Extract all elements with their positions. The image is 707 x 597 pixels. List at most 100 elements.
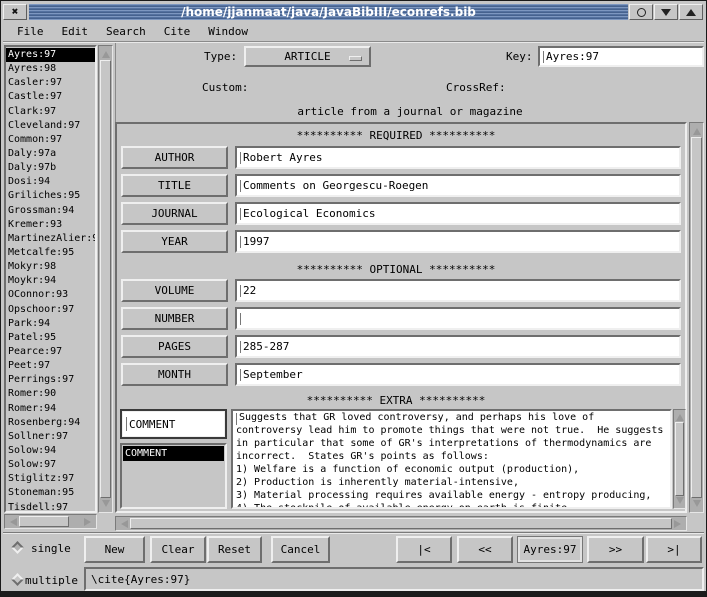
ref-list-item[interactable]: MartinezAlier:9 — [6, 232, 95, 246]
ref-list-item[interactable]: Cleveland:97 — [6, 119, 95, 133]
ref-list-item[interactable]: Solow:94 — [6, 444, 95, 458]
new-button[interactable]: New — [84, 536, 145, 563]
ref-list-item[interactable]: Perrings:97 — [6, 373, 95, 387]
nav-next-button[interactable]: >> — [587, 536, 644, 563]
iconify-button[interactable] — [629, 4, 653, 20]
ref-list-item[interactable]: Kremer:93 — [6, 218, 95, 232]
cancel-button[interactable]: Cancel — [271, 536, 330, 563]
ref-list-item[interactable]: Stoneman:95 — [6, 486, 95, 500]
field-label-year[interactable]: YEAR — [121, 230, 228, 253]
scroll-up-button[interactable] — [674, 410, 685, 421]
nav-first-button[interactable]: |< — [396, 536, 452, 563]
lower-button[interactable] — [654, 4, 678, 20]
scroll-up-button[interactable] — [99, 46, 112, 59]
menu-item-file[interactable]: File — [11, 23, 50, 40]
ref-list-item[interactable]: Solow:97 — [6, 458, 95, 472]
scrollbar-thumb[interactable] — [130, 518, 672, 529]
ref-list-item[interactable]: Castle:97 — [6, 90, 95, 104]
field-input-journal[interactable]: Ecological Economics — [235, 202, 681, 225]
ref-list-item[interactable]: Patel:95 — [6, 331, 95, 345]
ref-list-item[interactable]: Sollner:97 — [6, 430, 95, 444]
ref-list-item[interactable]: Rosenberg:94 — [6, 416, 95, 430]
ref-list-item[interactable]: Park:94 — [6, 317, 95, 331]
ref-list-hscrollbar[interactable] — [4, 514, 97, 529]
field-input-volume[interactable]: 22 — [235, 279, 681, 302]
ref-list-item[interactable]: Metcalfe:95 — [6, 246, 95, 260]
scrollbar-thumb[interactable] — [100, 60, 111, 498]
ref-list-item[interactable]: Mokyr:98 — [6, 260, 95, 274]
ref-list-item[interactable]: Casler:97 — [6, 76, 95, 90]
text-caret — [126, 417, 127, 431]
ref-list-item[interactable]: Romer:94 — [6, 402, 95, 416]
cite-string-field[interactable]: \cite{Ayres:97} — [84, 567, 704, 591]
single-radio[interactable] — [11, 541, 25, 555]
field-input-title[interactable]: Comments on Georgescu-Roegen — [235, 174, 681, 197]
field-input-pages[interactable]: 285-287 — [235, 335, 681, 358]
ref-list-item[interactable]: Peet:97 — [6, 359, 95, 373]
type-option-menu[interactable]: ARTICLE — [244, 46, 371, 67]
ref-list-item[interactable]: Stiglitz:97 — [6, 472, 95, 486]
field-input-year[interactable]: 1997 — [235, 230, 681, 253]
ref-list-item[interactable]: Ayres:97 — [6, 48, 95, 62]
menu-item-cite[interactable]: Cite — [158, 23, 197, 40]
clear-button[interactable]: Clear — [150, 536, 206, 563]
scroll-right-button[interactable] — [673, 517, 686, 530]
ref-list-vscrollbar[interactable] — [98, 45, 113, 513]
title-strip[interactable]: /home/jjanmaat/java/JavaBibIII/econrefs.… — [29, 4, 628, 20]
scrollbar-thumb[interactable] — [19, 516, 69, 527]
field-input-author[interactable]: Robert Ayres — [235, 146, 681, 169]
key-input[interactable]: Ayres:97 — [538, 46, 704, 67]
ref-list-item[interactable]: OConnor:93 — [6, 288, 95, 302]
menu-item-edit[interactable]: Edit — [56, 23, 95, 40]
ref-list-item[interactable]: Common:97 — [6, 133, 95, 147]
ref-list-item[interactable]: Griliches:95 — [6, 189, 95, 203]
scrollbar-thumb[interactable] — [675, 422, 684, 496]
maximize-button[interactable] — [679, 4, 703, 20]
comment-textarea[interactable]: Suggests that GR loved controversy, and … — [231, 409, 672, 509]
field-label-title[interactable]: TITLE — [121, 174, 228, 197]
ref-list-item[interactable]: Clark:97 — [6, 105, 95, 119]
extra-field-list-item[interactable]: COMMENT — [123, 446, 224, 461]
scroll-down-button[interactable] — [690, 499, 703, 512]
field-input-month[interactable]: September — [235, 363, 681, 386]
ref-list-item[interactable]: Daly:97b — [6, 161, 95, 175]
ref-list-item[interactable]: Dosi:94 — [6, 175, 95, 189]
field-input-number[interactable] — [235, 307, 681, 330]
menu-item-search[interactable]: Search — [100, 23, 152, 40]
nav-current-key[interactable]: Ayres:97 — [517, 536, 583, 563]
text-caret — [240, 313, 241, 325]
ref-list-item[interactable]: Grossman:94 — [6, 204, 95, 218]
ref-list-item[interactable]: Opschoor:97 — [6, 303, 95, 317]
field-label-volume[interactable]: VOLUME — [121, 279, 228, 302]
scroll-left-button[interactable] — [116, 517, 129, 530]
scroll-left-button[interactable] — [5, 515, 18, 528]
ref-list-item[interactable]: Romer:90 — [6, 387, 95, 401]
field-label-pages[interactable]: PAGES — [121, 335, 228, 358]
nav-last-button[interactable]: >| — [646, 536, 702, 563]
field-label-month[interactable]: MONTH — [121, 363, 228, 386]
nav-prev-button[interactable]: << — [457, 536, 513, 563]
close-button[interactable]: ✖ — [3, 4, 27, 20]
ref-list-item[interactable]: Moykr:94 — [6, 274, 95, 288]
ref-list-item[interactable]: Ayres:98 — [6, 62, 95, 76]
option-menu-dash-icon — [349, 56, 362, 61]
multiple-radio[interactable] — [11, 573, 25, 587]
scroll-up-button[interactable] — [690, 123, 703, 136]
field-label-journal[interactable]: JOURNAL — [121, 202, 228, 225]
scroll-right-button[interactable] — [83, 515, 96, 528]
ref-list-item[interactable]: Daly:97a — [6, 147, 95, 161]
ref-list-item[interactable]: Pearce:97 — [6, 345, 95, 359]
extra-field-name-input[interactable]: COMMENT — [120, 409, 227, 439]
ref-list-item[interactable]: Tisdell:97 — [6, 501, 95, 514]
form-hscrollbar[interactable] — [115, 516, 687, 531]
scroll-down-button[interactable] — [674, 497, 685, 508]
text-caret — [240, 236, 241, 248]
field-label-author[interactable]: AUTHOR — [121, 146, 228, 169]
comment-vscrollbar[interactable] — [673, 409, 686, 509]
scrollbar-thumb[interactable] — [691, 137, 702, 498]
menu-item-window[interactable]: Window — [202, 23, 254, 40]
reset-button[interactable]: Reset — [207, 536, 262, 563]
form-vscrollbar[interactable] — [689, 122, 704, 513]
scroll-down-button[interactable] — [99, 499, 112, 512]
field-label-number[interactable]: NUMBER — [121, 307, 228, 330]
